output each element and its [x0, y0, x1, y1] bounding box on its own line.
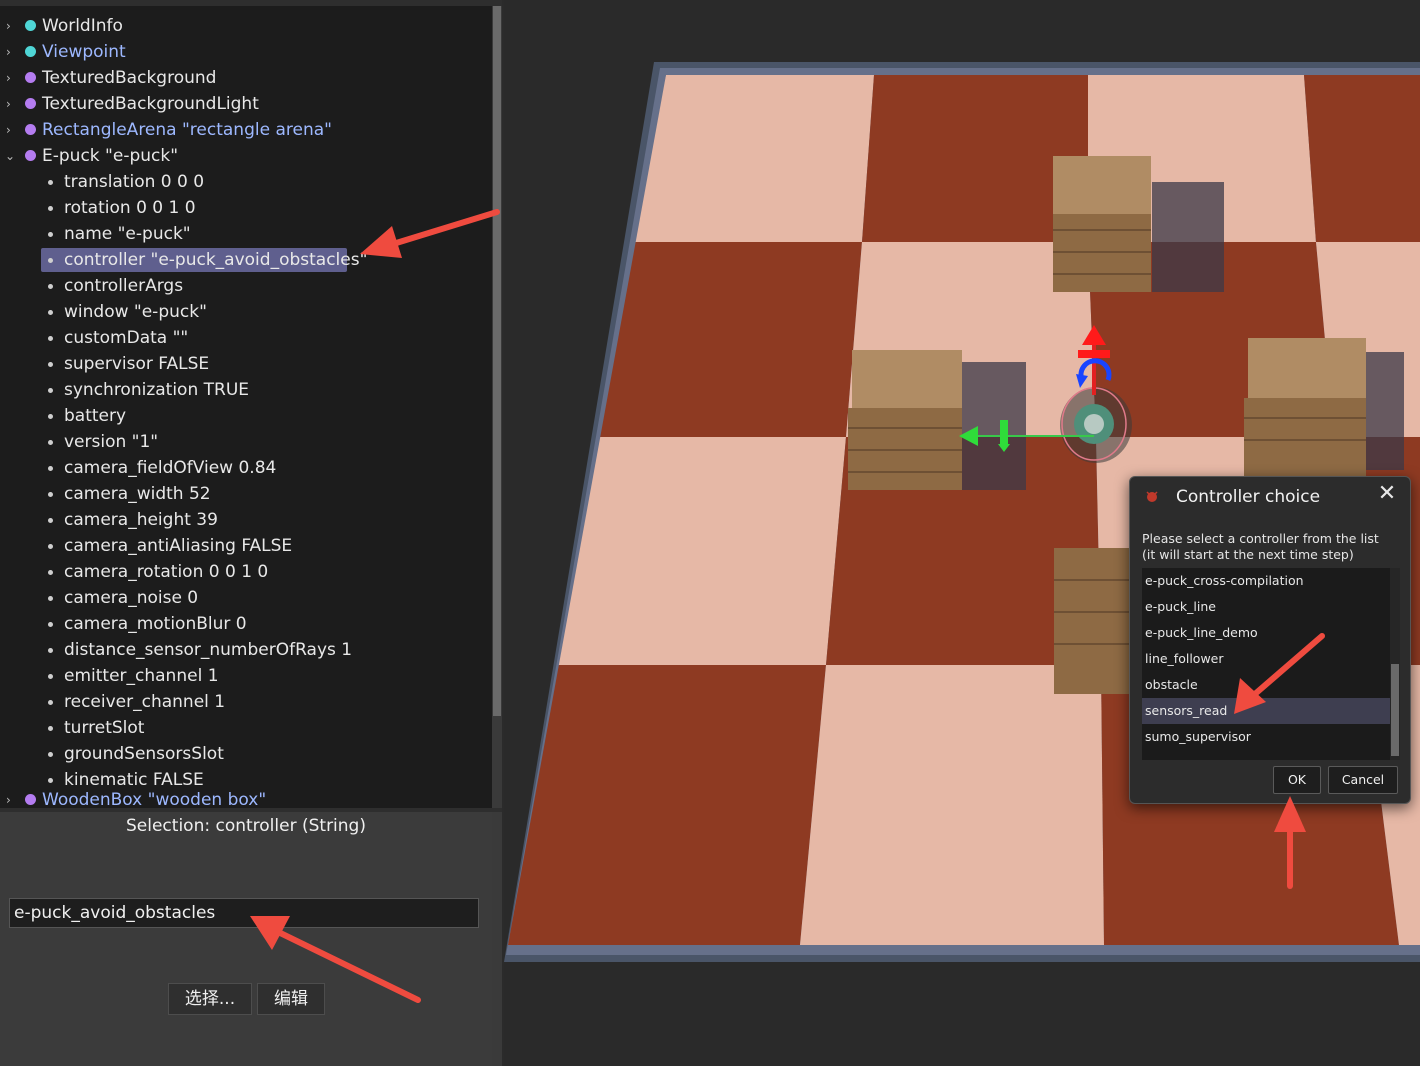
annotation-arrow-icon — [267, 925, 421, 1003]
annotation-arrowhead-icon — [1274, 796, 1306, 832]
annotation-arrowhead-icon — [360, 226, 402, 258]
annotation-arrow-icon — [1245, 633, 1325, 703]
annotation-arrow-icon — [377, 209, 500, 251]
annotation-arrowhead-icon — [1234, 678, 1266, 714]
annotation-overlay — [250, 209, 1325, 1003]
